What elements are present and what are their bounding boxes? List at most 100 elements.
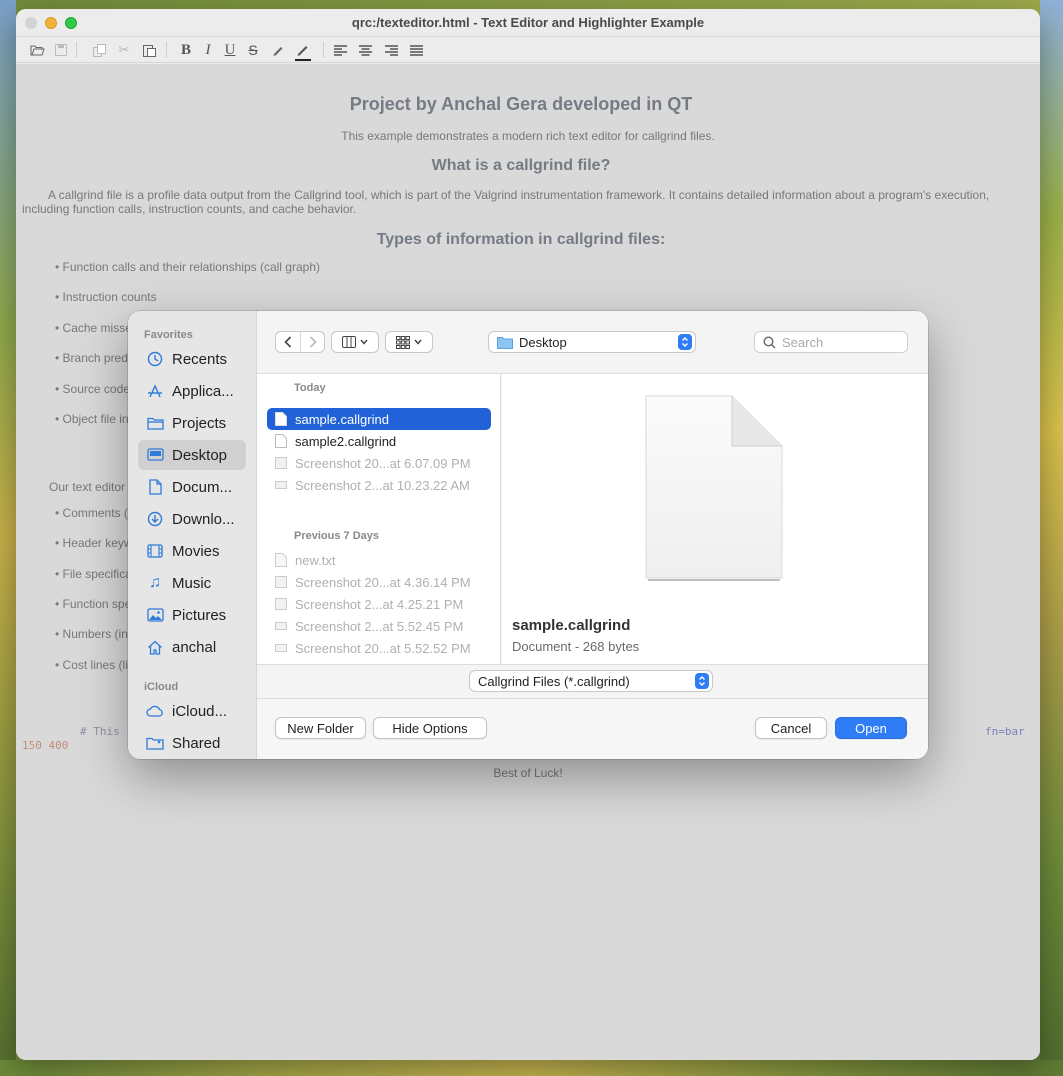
sidebar-item-label: Recents [172, 350, 228, 368]
paste-icon[interactable] [140, 41, 158, 59]
sidebar-item-projects[interactable]: Projects [138, 408, 246, 438]
dialog-sidebar: Favorites Recents Applica... Projects De… [128, 311, 257, 759]
hide-options-button[interactable]: Hide Options [373, 717, 487, 739]
desktop-wallpaper-left [0, 0, 16, 1076]
cut-icon[interactable]: ✂ [115, 41, 133, 59]
sidebar-item-home[interactable]: anchal [138, 632, 246, 662]
file-row-screenshot[interactable]: Screenshot 2...at 5.52.45 PM [267, 615, 491, 637]
file-preview: sample.callgrind Document - 268 bytes [502, 374, 928, 664]
cancel-button[interactable]: Cancel [755, 717, 827, 739]
file-row-screenshot[interactable]: Screenshot 20...at 5.52.52 PM [267, 637, 491, 659]
folder-icon [497, 336, 513, 349]
sidebar-item-label: iCloud... [172, 702, 228, 720]
file-row-new-txt[interactable]: new.txt [267, 549, 491, 571]
desktop-icon [146, 446, 164, 464]
file-row-screenshot[interactable]: Screenshot 2...at 10.23.22 AM [267, 474, 491, 496]
bold-button[interactable]: B [177, 41, 195, 59]
search-placeholder: Search [782, 334, 824, 350]
preview-file-name: sample.callgrind [512, 617, 631, 634]
file-row-screenshot[interactable]: Screenshot 2...at 4.25.21 PM [267, 593, 491, 615]
image-file-icon [275, 457, 287, 469]
file-name: Screenshot 20...at 5.52.52 PM [295, 640, 471, 656]
film-icon [146, 542, 164, 560]
group-by-button[interactable] [385, 331, 433, 353]
document-preview-icon [645, 395, 783, 581]
back-forward-group [275, 331, 325, 353]
search-field[interactable]: Search [754, 331, 908, 353]
file-row-sample-callgrind[interactable]: sample.callgrind [267, 408, 491, 430]
file-name: Screenshot 20...at 4.36.14 PM [295, 574, 471, 590]
updown-chevron-icon [678, 334, 692, 350]
underline-button[interactable]: U [221, 41, 239, 59]
columns-view-icon [342, 336, 356, 348]
forward-button[interactable] [300, 332, 324, 352]
sidebar-item-label: Downlo... [172, 510, 235, 528]
desktop-wallpaper-right [1040, 0, 1063, 1076]
file-type-select[interactable]: Callgrind Files (*.callgrind) [469, 670, 713, 692]
dialog-toolbar: Desktop Search [257, 311, 928, 374]
dialog-main: Desktop Search Today sample.callgrind sa… [257, 311, 928, 759]
image-file-icon [275, 481, 287, 489]
sidebar-item-applications[interactable]: Applica... [138, 376, 246, 406]
sidebar-item-documents[interactable]: Docum... [138, 472, 246, 502]
new-folder-button[interactable]: New Folder [275, 717, 366, 739]
file-name: Screenshot 2...at 10.23.22 AM [295, 477, 470, 493]
sidebar-item-label: anchal [172, 638, 217, 656]
sidebar-item-label: Docum... [172, 478, 233, 496]
sidebar-item-icloud-drive[interactable]: iCloud... [138, 696, 246, 726]
updown-chevron-icon [695, 673, 709, 689]
file-type-label: Callgrind Files (*.callgrind) [478, 673, 630, 689]
cloud-icon [146, 702, 164, 720]
search-icon [763, 335, 776, 349]
grid-icon [396, 335, 410, 349]
download-icon [146, 510, 164, 528]
group-header: Previous 7 Days [294, 530, 379, 542]
folder-icon [146, 414, 164, 432]
sidebar-item-desktop[interactable]: Desktop [138, 440, 246, 470]
sidebar-item-downloads[interactable]: Downlo... [138, 504, 246, 534]
sidebar-item-label: Pictures [172, 606, 227, 624]
favorites-label: Favorites [144, 329, 193, 341]
justify-icon[interactable] [407, 41, 425, 59]
chevron-left-icon [284, 336, 292, 348]
view-mode-button[interactable] [331, 331, 379, 353]
music-note-icon: ♫ [149, 574, 161, 591]
sidebar-item-pictures[interactable]: Pictures [138, 600, 246, 630]
sidebar-item-shared[interactable]: Shared [138, 728, 246, 758]
file-name: Screenshot 2...at 4.25.21 PM [295, 596, 464, 612]
location-popup[interactable]: Desktop [488, 331, 696, 353]
text-color-icon[interactable] [293, 41, 311, 59]
align-center-icon[interactable] [356, 41, 374, 59]
open-file-dialog: Favorites Recents Applica... Projects De… [128, 311, 928, 759]
align-left-icon[interactable] [331, 41, 349, 59]
image-file-icon [275, 598, 287, 610]
highlight-pen-icon[interactable] [269, 41, 287, 59]
sidebar-item-recents[interactable]: Recents [138, 344, 246, 374]
back-button[interactable] [276, 332, 300, 352]
file-row-sample2-callgrind[interactable]: sample2.callgrind [267, 430, 491, 452]
image-file-icon [275, 644, 287, 652]
file-type-bar: Callgrind Files (*.callgrind) [257, 664, 928, 699]
sidebar-item-music[interactable]: ♫ Music [138, 568, 246, 598]
save-icon[interactable] [52, 41, 70, 59]
open-button[interactable]: Open [835, 717, 907, 739]
file-row-screenshot[interactable]: Screenshot 20...at 6.07.09 PM [267, 452, 491, 474]
align-right-icon[interactable] [382, 41, 400, 59]
strikethrough-button[interactable]: S [244, 41, 262, 59]
photo-icon [146, 606, 164, 624]
file-icon [275, 434, 287, 448]
location-label: Desktop [519, 334, 567, 350]
window-titlebar: qrc:/texteditor.html - Text Editor and H… [16, 9, 1040, 37]
chevron-down-icon [360, 339, 368, 345]
file-name: sample2.callgrind [295, 433, 397, 449]
italic-button[interactable]: I [199, 41, 217, 59]
open-icon[interactable] [28, 41, 46, 59]
file-row-screenshot[interactable]: Screenshot 20...at 4.36.14 PM [267, 571, 491, 593]
file-icon [275, 412, 287, 426]
chevron-down-icon [414, 339, 422, 345]
clock-icon [146, 350, 164, 368]
copy-icon[interactable] [90, 41, 108, 59]
sidebar-item-movies[interactable]: Movies [138, 536, 246, 566]
sidebar-item-label: Music [172, 574, 212, 592]
document-icon [146, 478, 164, 496]
